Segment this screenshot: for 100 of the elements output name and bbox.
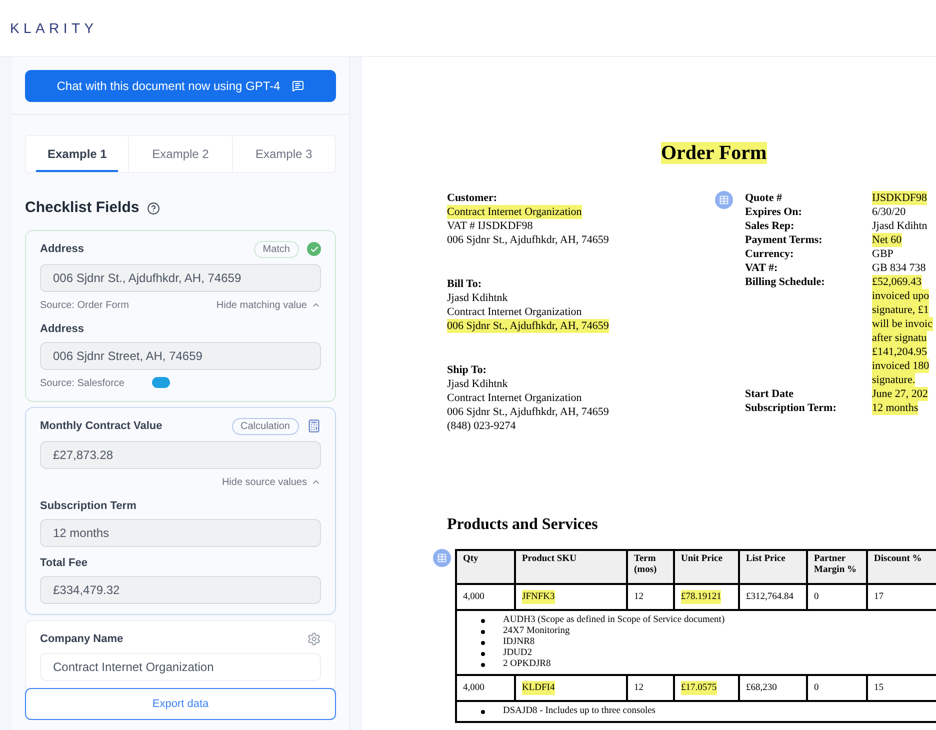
chat-icon	[292, 80, 304, 92]
column-header: Unit Price	[675, 551, 740, 583]
source-text: Source: Order Form	[40, 298, 129, 312]
document-text: Contract Internet Organization	[447, 305, 582, 319]
table-cell-text: 12	[634, 591, 644, 604]
bullet-icon	[481, 630, 485, 634]
field-label: Company Name	[40, 632, 124, 646]
input-field[interactable]: £334,479.32	[40, 576, 321, 604]
field-label: Monthly Contract Value	[40, 418, 162, 434]
document-text: Start Date	[745, 388, 794, 400]
column-header: Discount %	[868, 551, 936, 583]
document-text: Currency:	[745, 248, 794, 260]
document-text: invoiced 180	[872, 359, 930, 373]
document-text: Quote #	[745, 192, 782, 204]
document-text: Jjasd Kdihtnk	[447, 291, 508, 305]
bullet-text: IDJNR8	[503, 637, 535, 648]
table-cell-text: £312,764.84	[746, 591, 794, 604]
cloud-logo-icon	[152, 376, 170, 388]
input-field[interactable]: 12 months	[40, 518, 321, 546]
document-text: Expires On:	[745, 206, 802, 218]
bullet-icon	[481, 618, 485, 622]
field-label: Total Fee	[40, 556, 88, 570]
logo: KLARITY	[10, 18, 98, 38]
document-text: Sales Rep:	[745, 220, 794, 232]
table-cell: KLDFI4	[522, 681, 555, 695]
table-cell: £78.19121	[681, 590, 722, 604]
document-text: signature.	[872, 373, 916, 387]
input-field[interactable]: Contract Internet Organization	[40, 653, 321, 681]
document-text: 12 months	[872, 401, 918, 415]
document-text: GB 834 738	[872, 261, 926, 275]
bullet-icon	[481, 640, 485, 644]
table-cell-text: 12	[634, 682, 644, 695]
export-button[interactable]: Export data	[25, 688, 336, 720]
document-text: £52,069.43	[872, 275, 922, 289]
document-text: invoiced upo	[872, 289, 930, 303]
bullet-icon	[481, 710, 485, 714]
toggle-link[interactable]: Hide matching value	[216, 298, 321, 312]
document-text: will be invoic	[872, 317, 932, 331]
document-text: 006 Sjdnr St., Ajdufhkdr, AH, 74659	[447, 319, 609, 333]
document-text: Contract Internet Organization	[447, 391, 582, 405]
input-field[interactable]: £27,873.28	[40, 440, 321, 468]
document-text: Bill To:	[447, 277, 482, 291]
bullet-text: 24X7 Monitoring	[503, 626, 570, 637]
document-text: Jjasd Kdihtn	[872, 219, 928, 233]
document-text: GBP	[872, 247, 894, 261]
column-header: Qty	[457, 551, 516, 583]
column-header: List Price	[740, 551, 808, 583]
calculator-icon	[307, 419, 321, 433]
bullet-text: 2 OPKDJR8	[503, 659, 551, 670]
table-cell-text: 17	[874, 591, 884, 604]
bullet-icon	[481, 652, 485, 656]
document-text: VAT #:	[745, 262, 778, 274]
table-icon[interactable]	[433, 549, 451, 567]
column-header: Term (mos)	[628, 551, 675, 583]
bullet-icon	[481, 662, 485, 666]
tab[interactable]: Example 3	[232, 136, 335, 172]
table-cell-text: 0	[814, 591, 819, 604]
settings-icon	[307, 632, 321, 646]
field-label: Subscription Term	[40, 500, 138, 512]
table-icon[interactable]	[715, 191, 733, 209]
toggle-link[interactable]: Hide source values	[222, 474, 321, 490]
document-text: 006 Sjdnr St., Ajdufhkdr, AH, 74659	[447, 233, 609, 247]
table-cell-text: 4,000	[463, 682, 484, 695]
table-cell-text: 15	[874, 682, 884, 695]
section-title: Checklist Fields	[25, 198, 140, 218]
table-cell: £17.0575	[681, 681, 717, 695]
document-text: Net 60	[872, 233, 902, 247]
document-text: signature, £1	[872, 303, 929, 317]
bullet-text: AUDH3 (Scope as defined in Scope of Service document)	[503, 615, 725, 626]
input-field[interactable]: 006 Sjdnr Street, AH, 74659	[40, 342, 321, 370]
document-text: IJSDKDF98	[872, 191, 928, 205]
tab[interactable]: Example 1	[26, 136, 130, 172]
document-text: Payment Terms:	[745, 234, 822, 246]
field-label: Address	[40, 242, 84, 257]
column-header: Partner Margin %	[808, 551, 868, 583]
table-cell: JFNFK3	[522, 590, 555, 604]
help-icon[interactable]	[147, 202, 160, 215]
source-text: Source: Salesforce	[40, 376, 124, 390]
status-badge: Calculation	[232, 418, 299, 434]
bullet-text: JDUD2	[503, 648, 532, 659]
document-text: June 27, 202	[872, 387, 928, 401]
document-text: Customer:	[447, 191, 498, 205]
check-icon	[307, 242, 321, 256]
chat-button[interactable]: Chat with this document now using GPT-4	[25, 70, 336, 102]
table-cell-text: £68,230	[746, 682, 777, 695]
status-badge: Match	[254, 240, 299, 258]
document-text: VAT # IJSDKDF98	[447, 219, 533, 233]
document-text: Ship To:	[447, 363, 486, 377]
document-text: Contract Internet Organization	[447, 205, 582, 219]
input-field[interactable]: 006 Sjdnr St., Ajdufhkdr, AH, 74659	[40, 264, 321, 292]
table-cell-text: 4,000	[463, 591, 484, 604]
field-label: Address	[40, 322, 86, 336]
document-text: (848) 023-9274	[447, 419, 516, 433]
document-text: 6/30/20	[872, 205, 906, 219]
table-cell-text: 0	[814, 682, 819, 695]
column-header: Product SKU	[516, 551, 628, 583]
document-text: Subscription Term:	[745, 402, 836, 414]
document-text: £141,204.95	[872, 345, 927, 359]
bullet-text: DSAJD8 - Includes up to three consoles	[503, 706, 656, 717]
tab[interactable]: Example 2	[129, 136, 233, 172]
